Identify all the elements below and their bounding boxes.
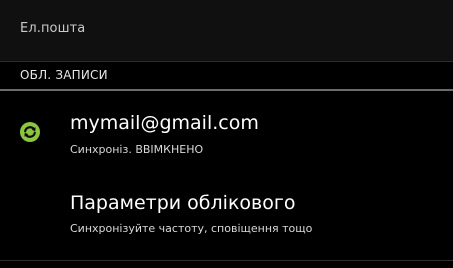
account-item[interactable]: mymail@gmail.com Синхроніз. ВВІМКНЕНО bbox=[0, 104, 453, 166]
section-header-label: ОБЛ. ЗАПИСИ bbox=[20, 68, 108, 82]
account-settings-subtitle: Синхронізуйте частоту, сповіщення тощо bbox=[70, 222, 313, 235]
section-divider bbox=[0, 89, 453, 91]
account-settings-item[interactable]: Параметри облікового Синхронізуйте часто… bbox=[0, 184, 453, 246]
title-bar: Ел.пошта bbox=[0, 0, 453, 62]
list-divider bbox=[0, 260, 453, 261]
screen: Ел.пошта ОБЛ. ЗАПИСИ mymail@gmail.com Си… bbox=[0, 0, 453, 268]
account-email: mymail@gmail.com bbox=[70, 112, 259, 134]
sync-icon bbox=[20, 122, 40, 142]
sync-status: Синхроніз. ВВІМКНЕНО bbox=[70, 143, 204, 156]
section-header-accounts: ОБЛ. ЗАПИСИ bbox=[0, 62, 453, 90]
account-settings-title: Параметри облікового bbox=[70, 192, 296, 214]
app-title: Ел.пошта bbox=[20, 21, 86, 36]
